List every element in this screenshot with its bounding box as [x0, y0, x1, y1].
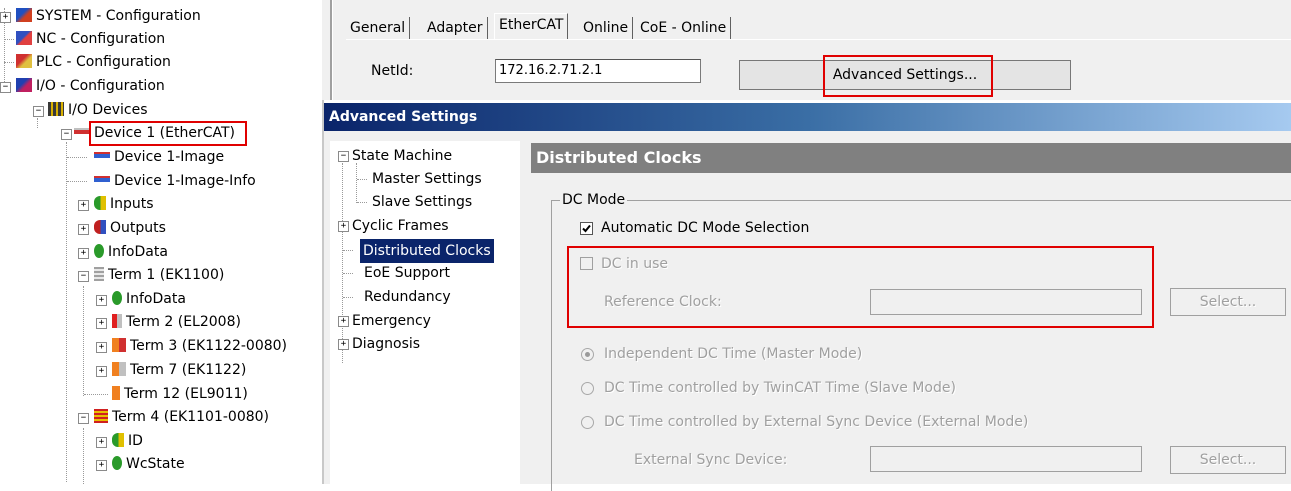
radio-master-mode-label: Independent DC Time (Master Mode)	[604, 346, 863, 362]
terminal-icon	[112, 362, 126, 376]
image-info-icon	[94, 176, 110, 182]
id-icon	[112, 433, 124, 447]
tab-adapter[interactable]: Adapter	[423, 17, 488, 39]
radio-slave-mode-label: DC Time controlled by TwinCAT Time (Slav…	[604, 380, 956, 396]
inputs-icon	[94, 196, 106, 210]
infodata-icon	[112, 291, 122, 305]
tab-general[interactable]: General	[346, 17, 411, 39]
dc-mode-group-title: DC Mode	[560, 192, 628, 208]
auto-dc-checkbox[interactable]	[580, 222, 593, 235]
advanced-settings-button[interactable]: Advanced Settings...	[739, 60, 1071, 90]
plc-config-icon	[16, 54, 32, 68]
terminal-icon	[112, 386, 120, 400]
radio-slave-mode[interactable]	[581, 382, 594, 395]
terminal-icon	[112, 314, 122, 328]
netid-label: NetId:	[371, 63, 414, 79]
tab-online[interactable]: Online	[579, 17, 634, 39]
system-config-icon	[16, 8, 32, 22]
external-sync-select-button[interactable]: Select...	[1170, 446, 1286, 474]
dc-in-use-checkbox[interactable]	[580, 257, 593, 270]
panel-separator	[330, 0, 333, 100]
reference-clock-select-button[interactable]: Select...	[1170, 288, 1286, 316]
image-icon	[94, 152, 110, 158]
outputs-icon	[94, 220, 106, 234]
tab-ethercat[interactable]: EtherCAT	[494, 13, 569, 40]
dc-in-use-label: DC in use	[601, 256, 668, 272]
settings-nav-tree: − State Machine Master Settings Slave Se…	[330, 141, 520, 484]
io-devices-icon	[48, 102, 64, 116]
reference-clock-label: Reference Clock:	[604, 294, 722, 310]
tab-coe-online[interactable]: CoE - Online	[636, 17, 732, 39]
external-sync-field[interactable]	[870, 446, 1142, 472]
wcstate-icon	[112, 456, 122, 470]
io-config-icon	[16, 78, 32, 92]
section-header: Distributed Clocks	[531, 143, 1291, 173]
radio-external-mode-label: DC Time controlled by External Sync Devi…	[604, 414, 1029, 430]
external-sync-label: External Sync Device:	[634, 452, 788, 468]
terminal-icon	[94, 267, 104, 281]
tab-bar-line	[346, 39, 1291, 40]
checkmark-icon	[582, 224, 591, 233]
terminal-icon	[94, 409, 108, 423]
dialog-title-bar[interactable]: Advanced Settings	[324, 103, 1291, 131]
netid-field[interactable]: 172.16.2.71.2.1	[495, 59, 701, 83]
reference-clock-field[interactable]	[870, 289, 1142, 315]
auto-dc-label: Automatic DC Mode Selection	[601, 220, 810, 236]
solution-tree: + SYSTEM - Configuration NC - Configurat…	[0, 0, 322, 484]
radio-external-mode[interactable]	[581, 416, 594, 429]
nc-config-icon	[16, 31, 32, 45]
radio-master-mode[interactable]	[581, 348, 594, 361]
terminal-icon	[112, 338, 126, 352]
infodata-icon	[94, 244, 104, 258]
ethercat-device-icon	[74, 128, 90, 134]
